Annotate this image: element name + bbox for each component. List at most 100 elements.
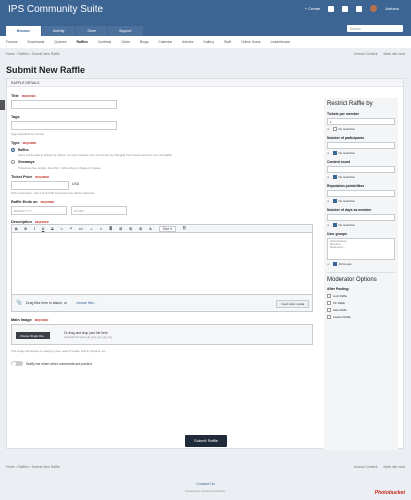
days-member-input[interactable]: [327, 214, 395, 221]
nav-clubs[interactable]: Clubs: [121, 40, 130, 44]
ticket-price-input[interactable]: [11, 180, 69, 190]
site-logo[interactable]: IPS Community Suite: [8, 4, 103, 15]
page-title: Submit New Raffle: [6, 65, 86, 75]
participants-no-restriction-checkbox[interactable]: [332, 151, 337, 155]
unread-content-link[interactable]: Unread Content: [354, 52, 378, 56]
nav-downloads[interactable]: Downloads: [28, 40, 45, 44]
tags-input[interactable]: [11, 121, 117, 130]
flag-icon[interactable]: [356, 5, 363, 12]
side-handle[interactable]: [0, 100, 5, 110]
footer-mark-read-link[interactable]: Mark site read: [384, 465, 405, 469]
section-header: RAFFLE DETAILS: [7, 79, 403, 87]
list-icon[interactable]: ≡: [100, 227, 102, 231]
user-groups-select[interactable]: Administrators Members Moderators: [327, 238, 395, 260]
search-input[interactable]: Search: [347, 25, 403, 32]
align-right-icon[interactable]: ☰: [139, 227, 142, 231]
reputation-input[interactable]: [327, 190, 395, 197]
radio-unselected[interactable]: [11, 160, 15, 165]
paperclip-icon: 📎: [16, 300, 23, 306]
text-color-icon[interactable]: A: [149, 227, 151, 231]
nav-articles[interactable]: Articles: [182, 40, 193, 44]
tickets-input[interactable]: 1: [327, 118, 395, 125]
mark-site-read-link[interactable]: Mark site read: [384, 52, 405, 56]
content-no-restriction-checkbox[interactable]: [332, 175, 337, 179]
type-label: Type: [11, 140, 20, 145]
type-giveaways-radio[interactable]: Giveaways Tickets are free entries. Give …: [11, 160, 313, 170]
breadcrumb-raffles[interactable]: Raffles: [18, 52, 29, 56]
image-upload-area[interactable]: Choose Single File... Or drag and drop y…: [11, 324, 313, 345]
date-input[interactable]: MM/DD/YYYY: [11, 206, 67, 215]
sub-navigation: Forums Downloads Quizzes Raffles Contest…: [0, 36, 411, 48]
size-select[interactable]: Size ▾: [158, 225, 176, 232]
quote-icon[interactable]: ❝: [70, 227, 72, 231]
strike-icon[interactable]: S: [51, 227, 53, 231]
tab-browse[interactable]: Browse: [6, 26, 41, 36]
nav-online-users[interactable]: Online Users: [241, 40, 261, 44]
avatar[interactable]: [370, 5, 378, 12]
nav-leaderboard[interactable]: Leaderboard: [271, 40, 290, 44]
nav-calendar[interactable]: Calendar: [158, 40, 172, 44]
tab-support[interactable]: Support: [107, 26, 143, 36]
tags-hint: Tags separated by comma.: [11, 131, 45, 136]
emoji-icon[interactable]: ☺: [90, 227, 93, 231]
choose-file-button[interactable]: Choose Single File...: [16, 332, 50, 339]
feature-raffle-checkbox[interactable]: [327, 315, 331, 319]
italic-icon[interactable]: I: [34, 227, 35, 231]
link-icon[interactable]: ∞: [61, 227, 63, 231]
choose-files-link[interactable]: choose files...: [76, 301, 97, 305]
messages-icon[interactable]: [342, 5, 349, 12]
time-input[interactable]: HH:MM: [71, 206, 127, 215]
contact-us-link[interactable]: Contact Us: [0, 482, 411, 486]
align-left-icon[interactable]: ☰: [119, 227, 122, 231]
preview-icon[interactable]: 🗎: [183, 226, 186, 232]
nav-contests[interactable]: Contests: [98, 40, 111, 44]
submit-raffle-button[interactable]: Submit Raffle: [185, 435, 227, 447]
bell-icon[interactable]: [328, 5, 335, 12]
nav-forums[interactable]: Forums: [6, 40, 18, 44]
title-label: Title: [11, 94, 19, 98]
nav-raffles[interactable]: Raffles: [77, 40, 88, 44]
code-icon[interactable]: <>: [79, 227, 83, 231]
after-posting-label: After Posting:: [327, 287, 350, 291]
pin-raffle-checkbox[interactable]: [327, 301, 331, 305]
content-count-input[interactable]: [327, 166, 395, 173]
insert-media-button[interactable]: Insert other media: [276, 300, 309, 308]
footer-raffles[interactable]: Raffles: [18, 465, 29, 469]
title-input[interactable]: [11, 100, 117, 109]
nav-staff[interactable]: Staff: [224, 40, 231, 44]
lock-raffle-checkbox[interactable]: [327, 294, 331, 298]
tab-activity[interactable]: Activity: [41, 26, 76, 36]
tab-store[interactable]: Store: [76, 26, 107, 36]
attach-text: Drag files here to attach, or: [26, 301, 67, 305]
days-no-restriction-checkbox[interactable]: [332, 223, 337, 227]
description-editor[interactable]: [11, 233, 313, 295]
editor-toolbar: ⧉ B I U S ∞ ❝ <> ☺ ≡ ≣ ☰ ☰ ☰ A Size ▾ 🗎: [11, 224, 313, 233]
tickets-label: Tickets per member: [327, 112, 359, 116]
numbered-list-icon[interactable]: ≣: [109, 227, 112, 231]
tickets-no-restriction-checkbox[interactable]: [332, 127, 337, 131]
user-menu[interactable]: Adriano: [385, 6, 399, 11]
footer-home[interactable]: Home: [6, 465, 15, 469]
nav-gallery[interactable]: Gallery: [203, 40, 214, 44]
radio-selected[interactable]: [11, 147, 15, 152]
attachment-area[interactable]: 📎 Drag files here to attach, or choose f…: [11, 295, 313, 312]
moderator-options-title: Moderator Options: [327, 277, 377, 283]
underline-icon[interactable]: U: [42, 227, 44, 231]
participants-input[interactable]: [327, 142, 395, 149]
footer-unread-link[interactable]: Unread Content: [354, 465, 378, 469]
hide-raffle-checkbox[interactable]: [327, 308, 331, 312]
header: IPS Community Suite + Create Adriano Bro…: [0, 0, 411, 36]
align-center-icon[interactable]: ☰: [129, 227, 132, 231]
type-raffles-radio[interactable]: Raffles Users will be able to charge for …: [11, 147, 313, 157]
participants-label: Number of participants: [327, 136, 365, 140]
notify-toggle[interactable]: [11, 361, 23, 366]
create-button[interactable]: + Create: [305, 6, 320, 11]
all-groups-checkbox[interactable]: [332, 262, 337, 266]
source-icon[interactable]: ⧉: [15, 227, 17, 231]
bold-icon[interactable]: B: [24, 227, 26, 231]
nav-quizzes[interactable]: Quizzes: [54, 40, 66, 44]
breadcrumb-home[interactable]: Home: [6, 52, 15, 56]
giveaways-desc: Tickets are free entries. Give Win / Gif…: [18, 165, 102, 170]
reputation-no-restriction-checkbox[interactable]: [332, 199, 337, 203]
nav-blogs[interactable]: Blogs: [140, 40, 148, 44]
